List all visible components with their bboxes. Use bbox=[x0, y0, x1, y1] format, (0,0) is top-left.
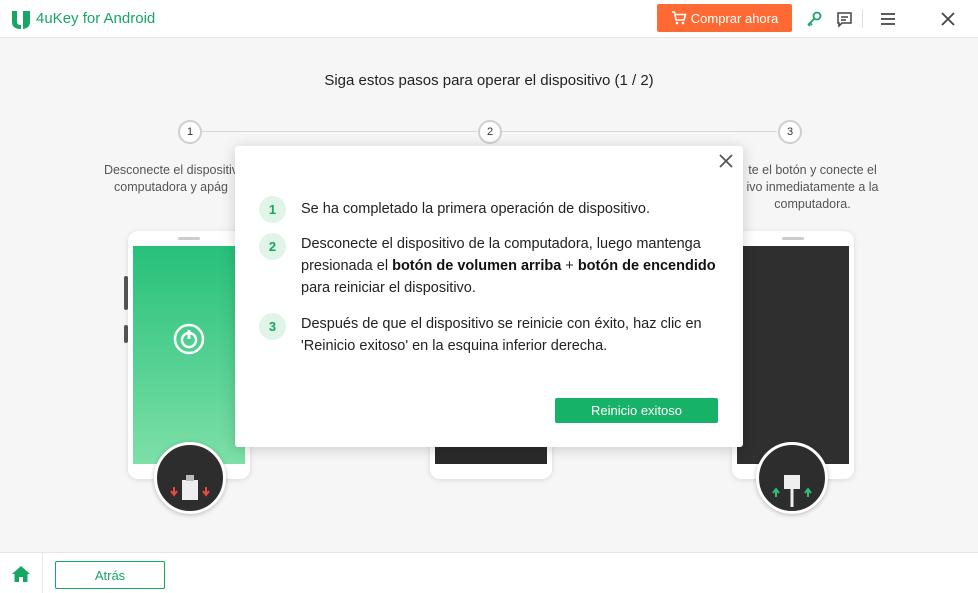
dialog-step-text: Después de que el dispositivo se reinici… bbox=[301, 316, 702, 354]
dialog-step-number: 1 bbox=[259, 196, 286, 223]
reboot-success-button[interactable]: Reinicio exitoso bbox=[555, 398, 718, 423]
titlebar-divider bbox=[862, 10, 863, 28]
buy-now-label: Comprar ahora bbox=[690, 10, 779, 26]
bottom-divider bbox=[42, 553, 43, 593]
key-icon[interactable] bbox=[804, 9, 824, 29]
step-1-text: Desconecte el dispositiv computadora y a… bbox=[103, 163, 239, 194]
step-number-3: 3 bbox=[778, 120, 802, 144]
step-number-1: 1 bbox=[178, 120, 202, 144]
power-icon bbox=[173, 323, 205, 355]
title-bar: 4uKey for Android Comprar ahora bbox=[0, 0, 978, 38]
home-icon[interactable] bbox=[10, 563, 32, 585]
bottom-bar: Atrás bbox=[0, 552, 978, 593]
dialog-step-number: 3 bbox=[259, 313, 286, 340]
dialog-step-3: 3 Después de que el dispositivo se reini… bbox=[259, 313, 721, 357]
dialog-step-number: 2 bbox=[259, 233, 286, 260]
dialog-step-2: 2 Desconecte el dispositivo de la comput… bbox=[259, 233, 721, 299]
page-heading: Siga estos pasos para operar el disposit… bbox=[324, 72, 654, 89]
instructions-dialog: 1 Se ha completado la primera operación … bbox=[235, 146, 743, 447]
dialog-step-text: Desconecte el dispositivo de la computad… bbox=[301, 236, 716, 296]
buy-now-button[interactable]: Comprar ahora bbox=[657, 4, 792, 32]
window-close-icon[interactable] bbox=[938, 9, 958, 29]
usb-cable-icon bbox=[154, 442, 226, 514]
dialog-step-text: Se ha completado la primera operación de… bbox=[301, 201, 651, 217]
step-number-2: 2 bbox=[478, 120, 502, 144]
app-name: 4uKey for Android bbox=[36, 10, 156, 27]
feedback-icon[interactable] bbox=[834, 9, 854, 29]
back-button[interactable]: Atrás bbox=[55, 561, 165, 589]
close-icon[interactable] bbox=[717, 152, 735, 170]
usb-cable-icon bbox=[756, 442, 828, 514]
step-3-text: te el botón y conecte el ivo inmediatame… bbox=[746, 163, 879, 211]
dialog-step-1: 1 Se ha completado la primera operación … bbox=[259, 196, 721, 223]
step-connector bbox=[502, 131, 777, 132]
step-connector bbox=[202, 131, 477, 132]
app-logo-icon bbox=[12, 11, 30, 29]
menu-icon[interactable] bbox=[878, 9, 898, 29]
cart-icon bbox=[671, 11, 687, 25]
